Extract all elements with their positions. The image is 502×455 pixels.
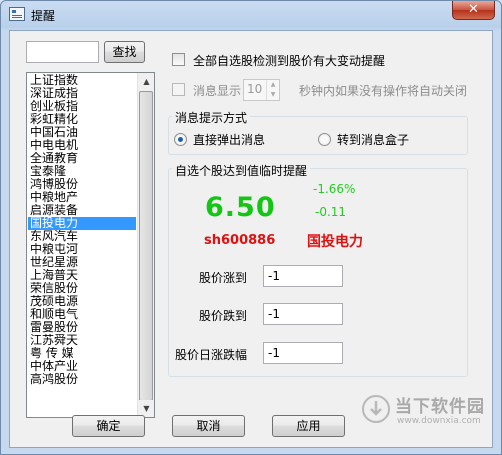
stock-list-item[interactable]: 粤 传 媒	[28, 347, 136, 360]
stock-code: sh600886	[204, 233, 276, 248]
auto-close-checkbox[interactable]	[172, 83, 185, 96]
stock-list-item[interactable]: 彩虹精化	[28, 113, 136, 126]
stock-name: 国投电力	[307, 234, 363, 250]
close-icon: ✕	[468, 2, 479, 17]
stock-list-item[interactable]: 中粮屯河	[28, 243, 136, 256]
dialog-window: 提醒 ✕ 查找 上证指数 深证成指 创业板指 彩虹精化 中国石油 中电电机 全通教育 宝泰隆鸿…	[0, 0, 502, 455]
message-box-radio-label: 转到消息盒子	[337, 133, 410, 147]
rise-to-label: 股价涨到	[199, 271, 248, 285]
detect-change-checkbox[interactable]	[172, 53, 185, 66]
ok-button[interactable]: 确定	[72, 415, 145, 437]
message-mode-title: 消息提示方式	[172, 109, 251, 126]
search-button[interactable]: 查找	[104, 41, 145, 63]
stepper-down-icon[interactable]: ▼	[266, 90, 279, 100]
auto-close-seconds-stepper[interactable]: 10 ▲ ▼	[243, 79, 280, 101]
stock-list-item[interactable]: 中体产业	[28, 360, 136, 373]
daily-change-label: 股价日涨跌幅	[175, 348, 248, 362]
app-window-icon	[9, 7, 25, 21]
auto-close-suffix: 秒钟内如果没有操作将自动关闭	[299, 84, 468, 98]
stock-list-item[interactable]: 世纪星源	[28, 256, 136, 269]
list-scrollbar[interactable]: ▲ ▼	[137, 73, 154, 417]
stock-list-item[interactable]: 高鸿股份	[28, 373, 136, 386]
watermark-logo: 当下软件园 www.downxia.com	[361, 388, 491, 436]
search-input[interactable]	[26, 41, 99, 63]
detect-change-label: 全部自选股检测到股价有大变动提醒	[193, 54, 386, 68]
stock-listbox[interactable]: 上证指数 深证成指 创业板指 彩虹精化 中国石油 中电电机 全通教育 宝泰隆 鸿博股份 中粮地产启…	[26, 72, 155, 418]
watermark-name: 当下软件园	[395, 397, 485, 417]
stock-list-item[interactable]: 东风汽车	[28, 230, 136, 243]
cancel-button[interactable]: 取消	[172, 415, 245, 437]
title-bar[interactable]: 提醒 ✕	[1, 1, 501, 29]
rise-to-input[interactable]: -1	[263, 265, 343, 287]
stock-list-item[interactable]: 茂硕电源	[28, 295, 136, 308]
stock-list-item[interactable]: 创业板指	[28, 100, 136, 113]
message-box-radio[interactable]	[318, 133, 331, 146]
stock-list-item[interactable]: 全通教育	[28, 152, 136, 165]
window-title: 提醒	[31, 9, 56, 23]
stock-list-item[interactable]: 国投电力	[28, 217, 136, 230]
download-arrow-icon	[362, 395, 390, 423]
fall-to-input[interactable]: -1	[263, 303, 343, 325]
popup-radio-label: 直接弹出消息	[193, 133, 266, 147]
fall-to-label: 股价跌到	[199, 309, 248, 323]
scroll-up-arrow-icon[interactable]: ▲	[138, 73, 154, 90]
stepper-up-icon[interactable]: ▲	[266, 80, 279, 90]
watermark-url: www.downxia.com	[397, 416, 481, 426]
threshold-title: 自选个股达到值临时提醒	[172, 162, 311, 179]
stock-list-item[interactable]: 中电电机	[28, 139, 136, 152]
stock-list-item[interactable]: 中国石油	[28, 126, 136, 139]
current-price: 6.50	[205, 192, 276, 223]
daily-change-input[interactable]: -1	[263, 342, 343, 364]
stock-list-items: 上证指数 深证成指 创业板指 彩虹精化 中国石油 中电电机 全通教育 宝泰隆 鸿博股份 中粮地产启…	[28, 74, 136, 386]
change-amount: -0.11	[315, 205, 347, 219]
close-button[interactable]: ✕	[452, 1, 495, 20]
stock-list-item[interactable]: 和顺电气	[28, 308, 136, 321]
auto-close-seconds-value: 10	[247, 82, 263, 96]
stock-list-item[interactable]: 上海普天	[28, 269, 136, 282]
stock-list-item[interactable]: 鸿博股份	[28, 178, 136, 191]
stock-list-item[interactable]: 启源装备	[28, 204, 136, 217]
stock-list-item[interactable]: 宝泰隆	[28, 165, 136, 178]
apply-button[interactable]: 应用	[272, 415, 345, 437]
stock-list-item[interactable]: 荣信股份	[28, 282, 136, 295]
popup-radio[interactable]	[174, 133, 187, 146]
change-percent: -1.66%	[313, 182, 356, 196]
stock-list-item[interactable]: 上证指数	[28, 74, 136, 87]
stock-list-item[interactable]: 雷曼股份	[28, 321, 136, 334]
stock-list-item[interactable]: 江苏舜天	[28, 334, 136, 347]
scroll-thumb[interactable]	[139, 91, 153, 401]
dialog-body: 查找 上证指数 深证成指 创业板指 彩虹精化 中国石油 中电电机 全通教育 宝泰隆 鸿博股份 中粮…	[9, 30, 493, 448]
stock-list-item[interactable]: 中粮地产	[28, 191, 136, 204]
stock-list-item[interactable]: 深证成指	[28, 87, 136, 100]
auto-close-prefix: 消息显示	[193, 84, 242, 98]
